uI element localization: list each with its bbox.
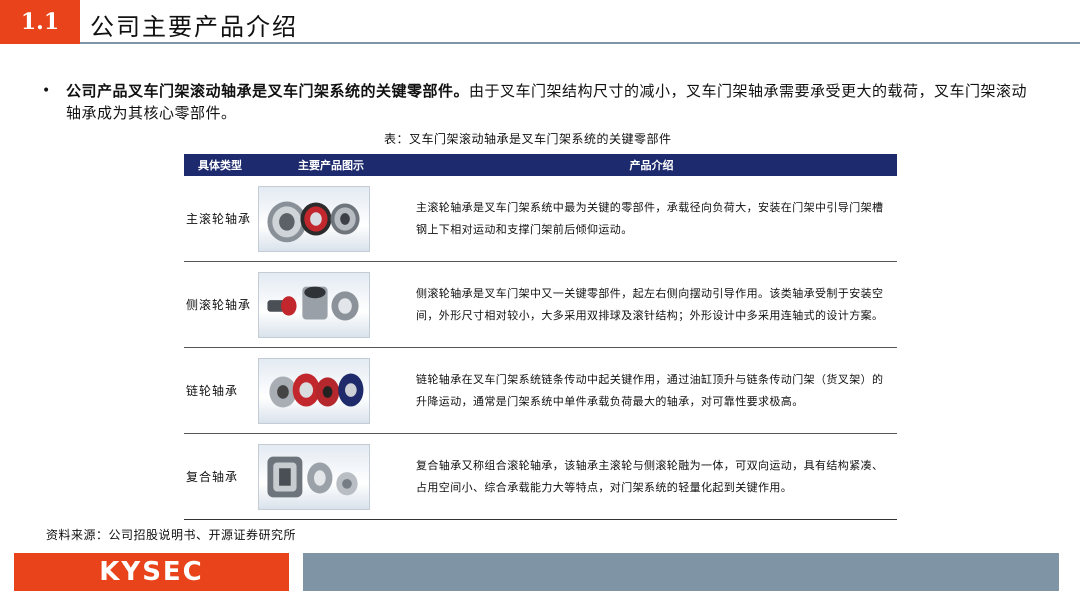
header-divider xyxy=(80,42,1080,44)
row-description: 侧滚轮轴承是叉车门架中又一关键零部件，起左右侧向摆动引导作用。该类轴承受制于安装… xyxy=(416,286,884,322)
product-image-cell xyxy=(256,348,406,433)
table-row: 侧滚轮轴承 侧滚轮轴承是叉车门架中又一关键零部件，起左右侧向摆动引导作用。该类轴… xyxy=(184,262,897,348)
bullet-bold-text: 公司产品叉车门架滚动轴承是叉车门架系统的关键零部件。 xyxy=(66,82,470,100)
side-roller-bearing-image xyxy=(258,271,370,338)
composite-bearing-image xyxy=(258,443,370,510)
table-header: 具体类型 主要产品图示 产品介绍 xyxy=(184,154,897,176)
table-row: 主滚轮轴承 主滚轮轴承是叉车门架系统中最为关键的零部件，承载径向负荷大，安装在门… xyxy=(184,176,897,262)
header-image: 主要产品图示 xyxy=(298,159,364,172)
row-type: 主滚轮轴承 xyxy=(186,212,252,226)
table-caption: 表：叉车门架滚动轴承是叉车门架系统的关键零部件 xyxy=(384,132,672,146)
table-row: 链轮轴承 链轮轴承在叉车门架系统链条传动中起关键作用，通过油缸顶升与链条传动门架… xyxy=(184,348,897,434)
row-description: 复合轴承又称组合滚轮轴承，该轴承主滚轮与侧滚轮融为一体，可双向运动，具有结构紧凑… xyxy=(416,458,884,494)
chain-wheel-bearing-image xyxy=(258,357,370,424)
product-image-cell xyxy=(256,262,406,347)
row-description: 主滚轮轴承是叉车门架系统中最为关键的零部件，承载径向负荷大，安装在门架中引导门架… xyxy=(416,200,884,236)
bullet-text: 公司产品叉车门架滚动轴承是叉车门架系统的关键零部件。由于叉车门架结构尺寸的减小，… xyxy=(66,80,1028,124)
row-type: 复合轴承 xyxy=(186,470,239,484)
header-type: 具体类型 xyxy=(198,159,242,172)
kysec-logo: KYSEC xyxy=(14,553,289,591)
product-image-cell xyxy=(256,176,406,261)
source-note: 资料来源：公司招股说明书、开源证券研究所 xyxy=(46,528,297,542)
footer-bar xyxy=(303,553,1059,591)
row-type: 侧滚轮轴承 xyxy=(186,298,252,312)
row-type: 链轮轴承 xyxy=(186,384,239,398)
bullet-dot-icon: • xyxy=(42,83,51,99)
table-row: 复合轴承 复合轴承又称组合滚轮轴承，该轴承主滚轮与侧滚轮融为一体，可双向运动，具… xyxy=(184,434,897,520)
product-table: 具体类型 主要产品图示 产品介绍 主滚轮轴承 主滚轮轴承是叉车门架系统中最为关键… xyxy=(184,154,897,520)
section-number-badge: 1.1 xyxy=(0,0,80,44)
bullet-point: • 公司产品叉车门架滚动轴承是叉车门架系统的关键零部件。由于叉车门架结构尺寸的减… xyxy=(38,80,1028,124)
header-description: 产品介绍 xyxy=(629,159,674,172)
row-description: 链轮轴承在叉车门架系统链条传动中起关键作用，通过油缸顶升与链条传动门架（货叉架）… xyxy=(416,372,884,408)
product-image-cell xyxy=(256,434,406,519)
main-roller-bearing-image xyxy=(258,185,370,252)
page-title: 公司主要产品介绍 xyxy=(90,12,298,41)
